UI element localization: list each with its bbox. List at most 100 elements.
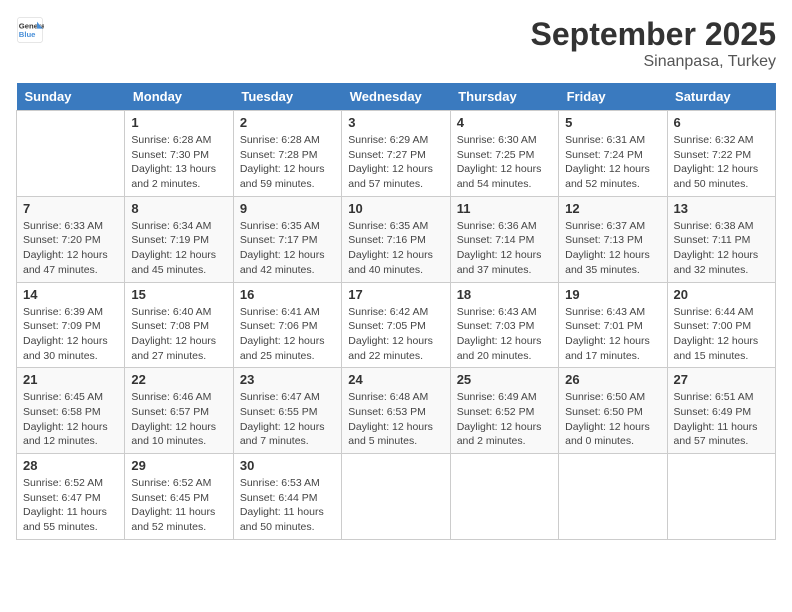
calendar-cell: 20 Sunrise: 6:44 AMSunset: 7:00 PMDayligh… <box>667 282 775 368</box>
calendar-cell: 15Sunrise: 6:40 AMSunset: 7:08 PMDayligh… <box>125 282 233 368</box>
month-title: September 2025 <box>531 16 776 53</box>
day-number: 13 <box>674 201 769 216</box>
day-number: 23 <box>240 372 335 387</box>
day-info: Sunrise: 6:42 AMSunset: 7:05 PMDaylight:… <box>348 305 443 364</box>
title-block: September 2025 Sinanpasa, Turkey <box>531 16 776 71</box>
day-number: 11 <box>457 201 552 216</box>
day-info: Sunrise: 6:52 AMSunset: 6:45 PMDaylight:… <box>131 476 226 535</box>
day-number: 7 <box>23 201 118 216</box>
day-number: 14 <box>23 287 118 302</box>
calendar-cell: 27Sunrise: 6:51 AMSunset: 6:49 PMDayligh… <box>667 368 775 454</box>
calendar-cell: 22Sunrise: 6:46 AMSunset: 6:57 PMDayligh… <box>125 368 233 454</box>
day-info: Sunrise: 6:28 AMSunset: 7:30 PMDaylight:… <box>131 133 226 192</box>
day-number: 24 <box>348 372 443 387</box>
calendar-cell: 6 Sunrise: 6:32 AMSunset: 7:22 PMDaylight… <box>667 111 775 197</box>
day-number: 17 <box>348 287 443 302</box>
day-info: Sunrise: 6:35 AMSunset: 7:16 PMDaylight:… <box>348 219 443 278</box>
day-info: Sunrise: 6:50 AMSunset: 6:50 PMDaylight:… <box>565 390 660 449</box>
day-number: 20 <box>674 287 769 302</box>
page-header: General Blue September 2025 Sinanpasa, T… <box>16 16 776 71</box>
calendar-cell: 29 Sunrise: 6:52 AMSunset: 6:45 PMDayligh… <box>125 454 233 540</box>
calendar-cell: 24 Sunrise: 6:48 AMSunset: 6:53 PMDayligh… <box>342 368 450 454</box>
day-number: 2 <box>240 115 335 130</box>
calendar-cell: 18Sunrise: 6:43 AMSunset: 7:03 PMDayligh… <box>450 282 558 368</box>
calendar-week-row: 14 Sunrise: 6:39 AMSunset: 7:09 PMDayligh… <box>17 282 776 368</box>
day-number: 6 <box>674 115 769 130</box>
calendar-cell: 17 Sunrise: 6:42 AMSunset: 7:05 PMDayligh… <box>342 282 450 368</box>
day-info: Sunrise: 6:37 AMSunset: 7:13 PMDaylight:… <box>565 219 660 278</box>
calendar-table: SundayMondayTuesdayWednesdayThursdayFrid… <box>16 83 776 540</box>
day-number: 10 <box>348 201 443 216</box>
day-info: Sunrise: 6:52 AMSunset: 6:47 PMDaylight:… <box>23 476 118 535</box>
day-number: 9 <box>240 201 335 216</box>
calendar-cell: 21 Sunrise: 6:45 AMSunset: 6:58 PMDayligh… <box>17 368 125 454</box>
day-info: Sunrise: 6:38 AMSunset: 7:11 PMDaylight:… <box>674 219 769 278</box>
calendar-cell: 7 Sunrise: 6:33 AMSunset: 7:20 PMDaylight… <box>17 196 125 282</box>
calendar-week-row: 7 Sunrise: 6:33 AMSunset: 7:20 PMDaylight… <box>17 196 776 282</box>
logo: General Blue <box>16 16 44 44</box>
day-info: Sunrise: 6:32 AMSunset: 7:22 PMDaylight:… <box>674 133 769 192</box>
calendar-cell: 5 Sunrise: 6:31 AMSunset: 7:24 PMDaylight… <box>559 111 667 197</box>
calendar-cell: 28 Sunrise: 6:52 AMSunset: 6:47 PMDayligh… <box>17 454 125 540</box>
calendar-cell: 8Sunrise: 6:34 AMSunset: 7:19 PMDaylight… <box>125 196 233 282</box>
day-number: 12 <box>565 201 660 216</box>
day-info: Sunrise: 6:29 AMSunset: 7:27 PMDaylight:… <box>348 133 443 192</box>
calendar-cell: 26 Sunrise: 6:50 AMSunset: 6:50 PMDayligh… <box>559 368 667 454</box>
day-info: Sunrise: 6:31 AMSunset: 7:24 PMDaylight:… <box>565 133 660 192</box>
calendar-cell: 13 Sunrise: 6:38 AMSunset: 7:11 PMDayligh… <box>667 196 775 282</box>
header-wednesday: Wednesday <box>342 83 450 111</box>
calendar-week-row: 28 Sunrise: 6:52 AMSunset: 6:47 PMDayligh… <box>17 454 776 540</box>
day-number: 28 <box>23 458 118 473</box>
day-info: Sunrise: 6:45 AMSunset: 6:58 PMDaylight:… <box>23 390 118 449</box>
day-info: Sunrise: 6:39 AMSunset: 7:09 PMDaylight:… <box>23 305 118 364</box>
location: Sinanpasa, Turkey <box>531 53 776 71</box>
logo-icon: General Blue <box>16 16 44 44</box>
calendar-cell: 10 Sunrise: 6:35 AMSunset: 7:16 PMDayligh… <box>342 196 450 282</box>
day-info: Sunrise: 6:33 AMSunset: 7:20 PMDaylight:… <box>23 219 118 278</box>
calendar-cell: 25Sunrise: 6:49 AMSunset: 6:52 PMDayligh… <box>450 368 558 454</box>
day-number: 5 <box>565 115 660 130</box>
day-info: Sunrise: 6:36 AMSunset: 7:14 PMDaylight:… <box>457 219 552 278</box>
day-number: 15 <box>131 287 226 302</box>
day-number: 16 <box>240 287 335 302</box>
day-number: 19 <box>565 287 660 302</box>
day-info: Sunrise: 6:30 AMSunset: 7:25 PMDaylight:… <box>457 133 552 192</box>
calendar-cell: 9 Sunrise: 6:35 AMSunset: 7:17 PMDaylight… <box>233 196 341 282</box>
header-sunday: Sunday <box>17 83 125 111</box>
calendar-week-row: 1 Sunrise: 6:28 AMSunset: 7:30 PMDaylight… <box>17 111 776 197</box>
day-info: Sunrise: 6:34 AMSunset: 7:19 PMDaylight:… <box>131 219 226 278</box>
day-info: Sunrise: 6:53 AMSunset: 6:44 PMDaylight:… <box>240 476 335 535</box>
day-number: 27 <box>674 372 769 387</box>
calendar-cell: 12 Sunrise: 6:37 AMSunset: 7:13 PMDayligh… <box>559 196 667 282</box>
day-info: Sunrise: 6:43 AMSunset: 7:01 PMDaylight:… <box>565 305 660 364</box>
day-number: 25 <box>457 372 552 387</box>
header-monday: Monday <box>125 83 233 111</box>
day-number: 29 <box>131 458 226 473</box>
calendar-cell: 14 Sunrise: 6:39 AMSunset: 7:09 PMDayligh… <box>17 282 125 368</box>
day-info: Sunrise: 6:35 AMSunset: 7:17 PMDaylight:… <box>240 219 335 278</box>
calendar-cell <box>559 454 667 540</box>
calendar-cell <box>17 111 125 197</box>
day-number: 22 <box>131 372 226 387</box>
calendar-week-row: 21 Sunrise: 6:45 AMSunset: 6:58 PMDayligh… <box>17 368 776 454</box>
calendar-cell: 4Sunrise: 6:30 AMSunset: 7:25 PMDaylight… <box>450 111 558 197</box>
calendar-cell: 16Sunrise: 6:41 AMSunset: 7:06 PMDayligh… <box>233 282 341 368</box>
day-info: Sunrise: 6:48 AMSunset: 6:53 PMDaylight:… <box>348 390 443 449</box>
calendar-cell: 1 Sunrise: 6:28 AMSunset: 7:30 PMDaylight… <box>125 111 233 197</box>
day-info: Sunrise: 6:47 AMSunset: 6:55 PMDaylight:… <box>240 390 335 449</box>
calendar-cell: 23 Sunrise: 6:47 AMSunset: 6:55 PMDayligh… <box>233 368 341 454</box>
calendar-cell: 2 Sunrise: 6:28 AMSunset: 7:28 PMDaylight… <box>233 111 341 197</box>
header-tuesday: Tuesday <box>233 83 341 111</box>
header-thursday: Thursday <box>450 83 558 111</box>
calendar-header-row: SundayMondayTuesdayWednesdayThursdayFrid… <box>17 83 776 111</box>
day-number: 30 <box>240 458 335 473</box>
calendar-cell: 11 Sunrise: 6:36 AMSunset: 7:14 PMDayligh… <box>450 196 558 282</box>
calendar-cell: 3Sunrise: 6:29 AMSunset: 7:27 PMDaylight… <box>342 111 450 197</box>
day-number: 26 <box>565 372 660 387</box>
day-info: Sunrise: 6:28 AMSunset: 7:28 PMDaylight:… <box>240 133 335 192</box>
day-info: Sunrise: 6:44 AMSunset: 7:00 PMDaylight:… <box>674 305 769 364</box>
day-info: Sunrise: 6:43 AMSunset: 7:03 PMDaylight:… <box>457 305 552 364</box>
day-number: 21 <box>23 372 118 387</box>
day-number: 1 <box>131 115 226 130</box>
calendar-cell <box>667 454 775 540</box>
